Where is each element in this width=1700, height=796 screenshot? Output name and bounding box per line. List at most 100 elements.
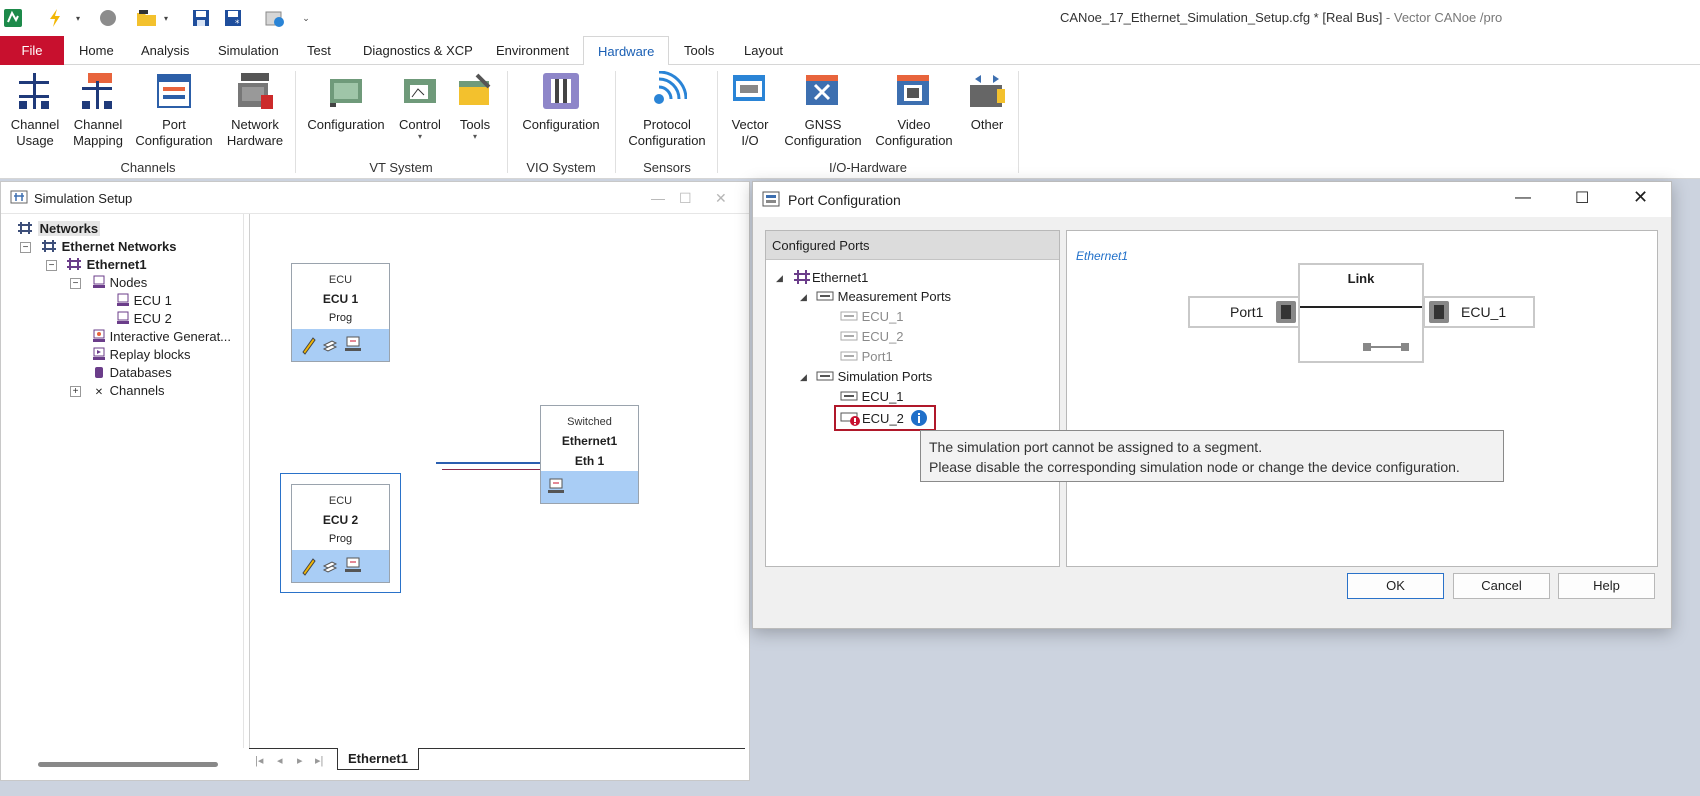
maximize-icon[interactable]: ☐	[1575, 188, 1589, 208]
tab-file[interactable]: File	[0, 36, 64, 65]
tree-item-ethernet-networks[interactable]: Ethernet Networks	[40, 239, 177, 256]
edit-pencil-icon[interactable]	[300, 556, 316, 579]
ecu1-node-block[interactable]: ECU ECU 1 Prog	[291, 263, 390, 362]
group-vio-system-label: VIO System	[526, 160, 596, 175]
port-tree-meas-ecu2[interactable]: ECU_2	[840, 329, 904, 345]
node-network-icon[interactable]	[344, 335, 362, 356]
tree-item-databases[interactable]: Databases	[92, 365, 172, 382]
first-sheet-icon[interactable]: |◂	[255, 754, 263, 767]
cancel-button[interactable]: Cancel	[1453, 573, 1550, 599]
port-tree-simulation-ports[interactable]: Simulation Ports	[816, 369, 932, 385]
vio-configuration-button[interactable]: Configuration	[518, 71, 604, 133]
network-hardware-button[interactable]: Network Hardware	[222, 71, 288, 149]
port-configuration-dialog: Port Configuration — ☐ ✕ Configured Port…	[752, 181, 1672, 629]
close-icon[interactable]: ✕	[1633, 187, 1648, 208]
tab-hardware[interactable]: Hardware	[583, 36, 670, 66]
tree-item-networks[interactable]: Networks	[16, 221, 101, 238]
chevron-down-icon[interactable]: ▾	[160, 8, 172, 28]
scrollbar-thumb[interactable]	[38, 762, 218, 767]
last-sheet-icon[interactable]: ▸|	[315, 754, 323, 767]
open-folder-icon[interactable]	[136, 8, 158, 28]
stop-measurement-icon[interactable]	[97, 8, 119, 28]
save-as-icon[interactable]: *	[223, 8, 245, 28]
tree-item-replay-blocks[interactable]: Replay blocks	[92, 347, 191, 364]
gnss-configuration-icon	[803, 71, 843, 111]
port-tree-sim-ecu1[interactable]: ECU_1	[840, 389, 904, 405]
tree-item-ecu1[interactable]: ECU 1	[116, 293, 172, 310]
collapse-toggle[interactable]: −	[46, 260, 57, 271]
error-tooltip: The simulation port cannot be assigned t…	[920, 430, 1504, 482]
config-settings-icon[interactable]	[264, 8, 286, 28]
collapse-toggle[interactable]: −	[20, 242, 31, 253]
vt-control-button[interactable]: Control ▾	[394, 71, 446, 141]
port-tree-meas-port1[interactable]: Port1	[840, 349, 893, 365]
video-configuration-button[interactable]: Video Configuration	[872, 71, 956, 149]
vt-configuration-button[interactable]: Configuration	[304, 71, 388, 133]
tab-diagnostics-xcp[interactable]: Diagnostics & XCP	[349, 36, 487, 65]
help-button[interactable]: Help	[1558, 573, 1655, 599]
port-configuration-icon	[762, 191, 782, 212]
expanded-arrow-icon[interactable]: ◢	[800, 372, 807, 383]
vt-tools-label: Tools	[459, 117, 491, 132]
canoe-app-icon[interactable]	[2, 8, 24, 28]
maximize-icon[interactable]: ☐	[679, 190, 692, 207]
port-configuration-button[interactable]: Port Configuration	[134, 71, 214, 149]
tree-item-ethernet1[interactable]: Ethernet1	[65, 257, 147, 274]
port-group-icon	[816, 290, 834, 305]
link-block[interactable]: Link	[1298, 263, 1424, 363]
tree-item-interactive-generators[interactable]: Interactive Generat...	[92, 329, 231, 346]
chevron-down-icon[interactable]: ▾	[72, 8, 84, 28]
tree-item-nodes[interactable]: Nodes	[92, 275, 147, 292]
tab-layout[interactable]: Layout	[730, 36, 797, 65]
node-network-icon[interactable]	[547, 477, 565, 498]
vt-tools-button[interactable]: Tools ▾	[452, 71, 498, 141]
port-tree-meas-ecu1[interactable]: ECU_1	[840, 309, 904, 325]
stack-icon[interactable]	[322, 558, 338, 577]
vio-configuration-icon	[541, 71, 581, 111]
vector-io-button[interactable]: Vector I/O	[726, 71, 774, 149]
sheet-tab-ethernet1[interactable]: Ethernet1	[337, 748, 419, 770]
stack-icon[interactable]	[322, 337, 338, 356]
tree-horizontal-scrollbar[interactable]	[8, 748, 244, 778]
next-sheet-icon[interactable]: ▸	[297, 754, 303, 767]
tree-label-nodes: Nodes	[109, 275, 148, 290]
ethernet1-switch-block[interactable]: Switched Ethernet1 Eth 1	[540, 405, 639, 504]
edit-pencil-icon[interactable]	[300, 335, 316, 358]
port1-box[interactable]: Port1	[1188, 296, 1300, 328]
ok-button[interactable]: OK	[1347, 573, 1444, 599]
other-hardware-button[interactable]: Other	[964, 71, 1010, 133]
tab-test[interactable]: Test	[293, 36, 345, 65]
save-icon[interactable]	[190, 8, 212, 28]
channel-mapping-button[interactable]: Channel Mapping	[70, 71, 126, 149]
start-measurement-icon[interactable]	[44, 8, 66, 28]
port-tree-ethernet1[interactable]: Ethernet1	[792, 269, 868, 288]
port-tree-measurement-ports[interactable]: Measurement Ports	[816, 289, 951, 305]
info-icon[interactable]	[910, 409, 928, 430]
channel-usage-button[interactable]: Channel Usage	[8, 71, 62, 149]
node-network-icon[interactable]	[344, 556, 362, 577]
tree-item-ecu2[interactable]: ECU 2	[116, 311, 172, 328]
customize-toolbar-icon[interactable]: ⌄	[300, 8, 312, 28]
tab-simulation[interactable]: Simulation	[204, 36, 293, 65]
minimize-icon[interactable]: —	[1515, 189, 1531, 207]
ecu2-node-block[interactable]: ECU ECU 2 Prog	[291, 484, 390, 583]
tab-tools[interactable]: Tools	[670, 36, 728, 65]
protocol-configuration-button[interactable]: Protocol Configuration	[624, 70, 710, 149]
expanded-arrow-icon[interactable]: ◢	[776, 273, 783, 284]
vector-io-label-1: Vector	[731, 117, 769, 132]
expanded-arrow-icon[interactable]: ◢	[800, 292, 807, 303]
tree-item-channels[interactable]: ✕ Channels	[92, 383, 165, 398]
port-tree-label: Measurement Ports	[837, 289, 952, 304]
collapse-toggle[interactable]: −	[70, 278, 81, 289]
minimize-icon[interactable]: —	[651, 190, 665, 206]
port-icon	[840, 310, 858, 325]
ecu1-port-box[interactable]: ECU_1	[1423, 296, 1535, 328]
tab-analysis[interactable]: Analysis	[127, 36, 203, 65]
port-tree-sim-ecu2[interactable]: ECU_2	[834, 405, 936, 431]
tab-home[interactable]: Home	[65, 36, 128, 65]
gnss-configuration-button[interactable]: GNSS Configuration	[782, 71, 864, 149]
tab-environment[interactable]: Environment	[482, 36, 583, 65]
prev-sheet-icon[interactable]: ◂	[277, 754, 283, 767]
expand-toggle[interactable]: +	[70, 386, 81, 397]
close-icon[interactable]: ✕	[715, 190, 727, 207]
